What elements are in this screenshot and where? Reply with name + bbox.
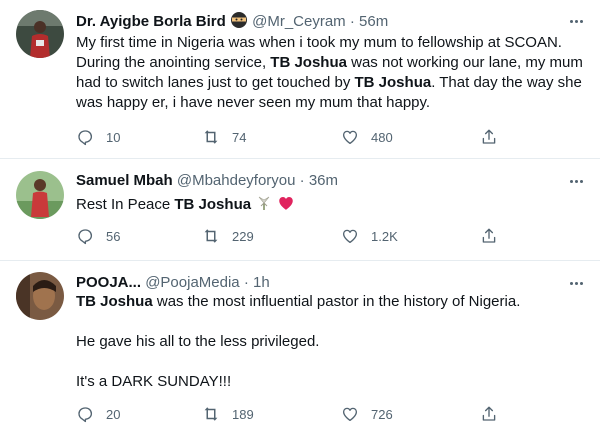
tweet-actions: 56 229 1.2K: [76, 226, 516, 246]
text-segment: Rest In Peace: [76, 196, 175, 213]
separator: ·: [299, 172, 305, 189]
like-count: 480: [371, 129, 393, 145]
share-icon: [482, 129, 496, 144]
tweet-actions: 10 74 480: [76, 127, 516, 147]
lily-emoji-icon: [255, 194, 273, 218]
more-options-icon[interactable]: [566, 273, 586, 293]
text-paragraph: It's a DARK SUNDAY!!!: [76, 373, 232, 390]
heart-emoji-icon: [277, 194, 295, 218]
ninja-emoji-icon: [230, 11, 248, 35]
tweet-header: POOJA... @PoojaMedia · 1h: [76, 273, 270, 293]
more-options-icon[interactable]: [566, 171, 586, 191]
tweet[interactable]: POOJA... @PoojaMedia · 1h TB Joshua was …: [0, 261, 600, 437]
retweet-count: 229: [232, 228, 254, 244]
like-button[interactable]: 480: [341, 127, 393, 147]
retweet-button[interactable]: 229: [202, 226, 254, 246]
reply-icon: [78, 229, 93, 245]
reply-button[interactable]: 20: [76, 404, 120, 424]
share-button[interactable]: [480, 404, 510, 424]
tweet-text: TB Joshua was the most influential pasto…: [76, 292, 584, 392]
retweet-button[interactable]: 74: [202, 127, 246, 147]
share-button[interactable]: [480, 127, 510, 147]
more-options-icon[interactable]: [566, 11, 586, 31]
handle[interactable]: @Mr_Ceyram: [252, 13, 346, 30]
like-button[interactable]: 1.2K: [341, 226, 398, 246]
retweet-count: 74: [232, 129, 247, 145]
retweet-count: 189: [232, 406, 254, 422]
avatar[interactable]: [16, 272, 64, 320]
bold-mention: TB Joshua: [354, 74, 432, 91]
bold-mention: TB Joshua: [174, 196, 252, 213]
bold-mention: TB Joshua: [270, 54, 347, 71]
tweet-text: My first time in Nigeria was when i took…: [76, 33, 584, 113]
avatar[interactable]: [16, 171, 64, 219]
timestamp[interactable]: 1h: [253, 274, 270, 291]
display-name[interactable]: Dr. Ayigbe Borla Bird: [76, 13, 226, 30]
reply-count: 20: [106, 406, 121, 422]
retweet-icon: [204, 407, 218, 421]
timestamp[interactable]: 56m: [359, 13, 388, 30]
heart-icon: [342, 130, 358, 145]
reply-button[interactable]: 10: [76, 127, 120, 147]
reply-icon: [78, 407, 93, 423]
reply-button[interactable]: 56: [76, 226, 120, 246]
retweet-icon: [204, 229, 218, 243]
display-name[interactable]: POOJA...: [76, 274, 141, 291]
heart-icon: [342, 407, 358, 422]
handle[interactable]: @PoojaMedia: [145, 274, 239, 291]
tweet-text: Rest In Peace TB Joshua: [76, 194, 584, 218]
like-count: 1.2K: [371, 228, 398, 244]
separator: ·: [243, 274, 249, 291]
heart-icon: [342, 229, 358, 244]
share-icon: [482, 406, 496, 421]
display-name[interactable]: Samuel Mbah: [76, 172, 173, 189]
tweet-actions: 20 189 726: [76, 404, 516, 424]
share-icon: [482, 228, 496, 243]
text-segment: was the most influential pastor in the h…: [152, 293, 521, 310]
avatar[interactable]: [16, 10, 64, 58]
handle[interactable]: @Mbahdeyforyou: [177, 172, 296, 189]
reply-count: 56: [106, 228, 121, 244]
share-button[interactable]: [480, 226, 510, 246]
tweet-header: Dr. Ayigbe Borla Bird @Mr_Ceyram · 56m: [76, 11, 388, 31]
like-count: 726: [371, 406, 393, 422]
like-button[interactable]: 726: [341, 404, 393, 424]
timestamp[interactable]: 36m: [309, 172, 338, 189]
tweet-header: Samuel Mbah @Mbahdeyforyou · 36m: [76, 171, 338, 191]
retweet-button[interactable]: 189: [202, 404, 254, 424]
bold-mention: TB Joshua: [76, 293, 153, 310]
tweet[interactable]: Samuel Mbah @Mbahdeyforyou · 36m Rest In…: [0, 159, 600, 261]
reply-count: 10: [106, 129, 121, 145]
reply-icon: [78, 130, 93, 146]
text-paragraph: He gave his all to the less privileged.: [76, 333, 320, 350]
retweet-icon: [204, 130, 218, 144]
separator: ·: [349, 13, 355, 30]
tweet[interactable]: Dr. Ayigbe Borla Bird @Mr_Ceyram · 56m M…: [0, 0, 600, 159]
